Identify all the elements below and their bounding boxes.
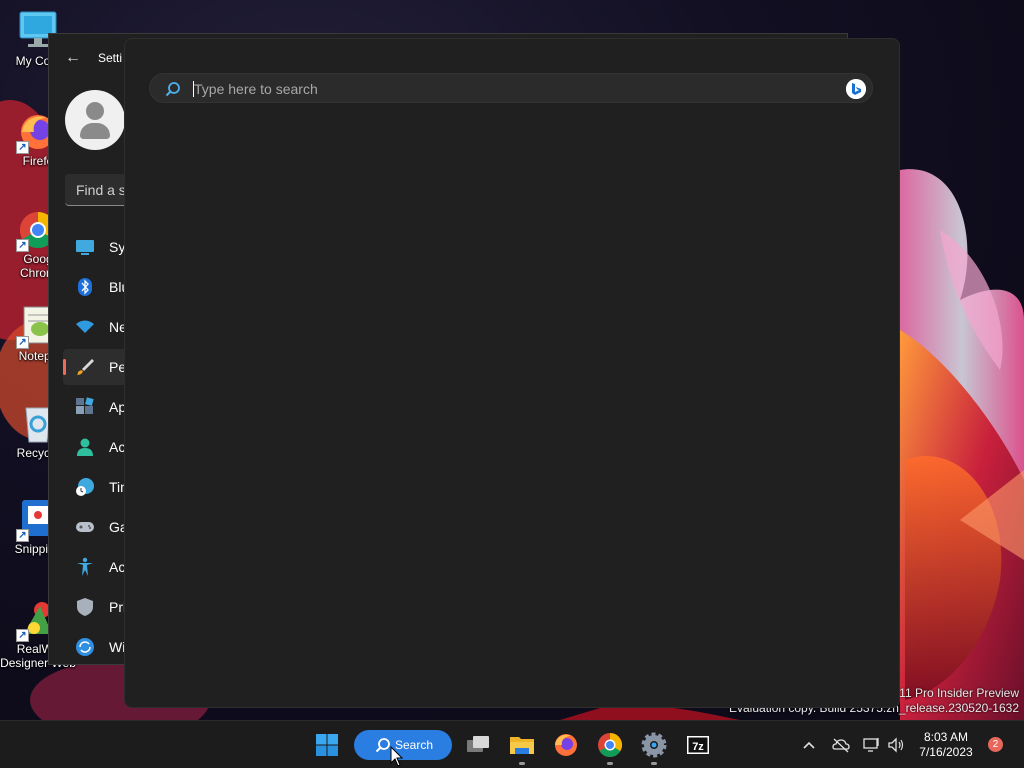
apps-icon — [76, 397, 94, 414]
file-explorer-button[interactable] — [506, 729, 538, 765]
clock-time: 8:03 AM — [923, 730, 969, 744]
mouse-cursor-icon — [390, 746, 404, 767]
personalization-icon — [77, 359, 94, 375]
chrome-taskbar-button[interactable] — [594, 729, 626, 765]
folder-icon — [510, 737, 534, 754]
search-input[interactable]: Type here to search — [149, 73, 873, 103]
bing-chat-button[interactable] — [846, 79, 866, 99]
accessibility-icon — [77, 557, 93, 576]
shortcut-arrow-icon: ↗ — [16, 629, 29, 642]
7zip-taskbar-button[interactable]: 7z — [682, 729, 714, 761]
volume-icon[interactable] — [887, 736, 905, 754]
shortcut-arrow-icon: ↗ — [16, 529, 29, 542]
settings-title: Setti — [98, 51, 123, 65]
network-icon — [76, 320, 94, 333]
svg-text:7z: 7z — [692, 741, 704, 753]
privacy-shield-icon — [77, 598, 93, 616]
chrome-icon — [598, 733, 623, 758]
system-clock[interactable]: 8:03 AM 7/16/2023 — [914, 730, 978, 760]
gaming-icon — [76, 522, 94, 532]
shortcut-arrow-icon: ↗ — [16, 141, 29, 154]
avatar-torso-shape — [80, 123, 110, 139]
search-icon — [165, 82, 180, 97]
windows-logo-icon — [316, 734, 338, 756]
watermark-line1: s 11 Pro Insider Preview — [889, 686, 1019, 700]
shortcut-arrow-icon: ↗ — [16, 239, 29, 252]
taskbar: Search 7z 8:03 AM 7/16/2023 2 — [0, 720, 1024, 768]
running-indicator — [607, 762, 613, 765]
running-indicator — [519, 762, 525, 765]
firefox-icon — [555, 734, 577, 756]
gear-icon — [641, 732, 667, 758]
system-icon — [76, 240, 94, 255]
avatar-head-shape — [86, 102, 104, 120]
settings-taskbar-button[interactable] — [638, 729, 670, 765]
network-status-icon[interactable] — [863, 736, 881, 754]
clock-date: 7/16/2023 — [919, 745, 973, 759]
search-flyout: Type here to search — [124, 38, 900, 708]
search-placeholder: Type here to search — [194, 81, 318, 97]
onedrive-offline-icon[interactable] — [832, 736, 850, 754]
firefox-taskbar-button[interactable] — [550, 729, 582, 761]
search-icon — [375, 738, 390, 753]
shortcut-arrow-icon: ↗ — [16, 336, 29, 349]
task-view-icon — [467, 736, 489, 752]
7zip-icon: 7z — [687, 736, 709, 754]
notification-badge[interactable]: 2 — [988, 737, 1003, 752]
time-language-icon — [76, 478, 94, 496]
bluetooth-icon — [78, 278, 92, 296]
windows-update-icon — [76, 638, 94, 656]
user-avatar[interactable] — [65, 90, 125, 150]
nav-item-label: Ac — [109, 559, 126, 575]
bing-icon — [846, 79, 866, 99]
task-view-button[interactable] — [462, 729, 494, 761]
show-hidden-icons-chevron-icon[interactable] — [800, 736, 818, 754]
start-button[interactable] — [311, 729, 343, 761]
nav-item-label: Wi — [109, 639, 126, 655]
nav-item-label: Ac — [109, 439, 126, 455]
running-indicator — [651, 762, 657, 765]
back-arrow-icon[interactable]: ← — [63, 48, 83, 68]
accounts-icon — [77, 438, 93, 456]
